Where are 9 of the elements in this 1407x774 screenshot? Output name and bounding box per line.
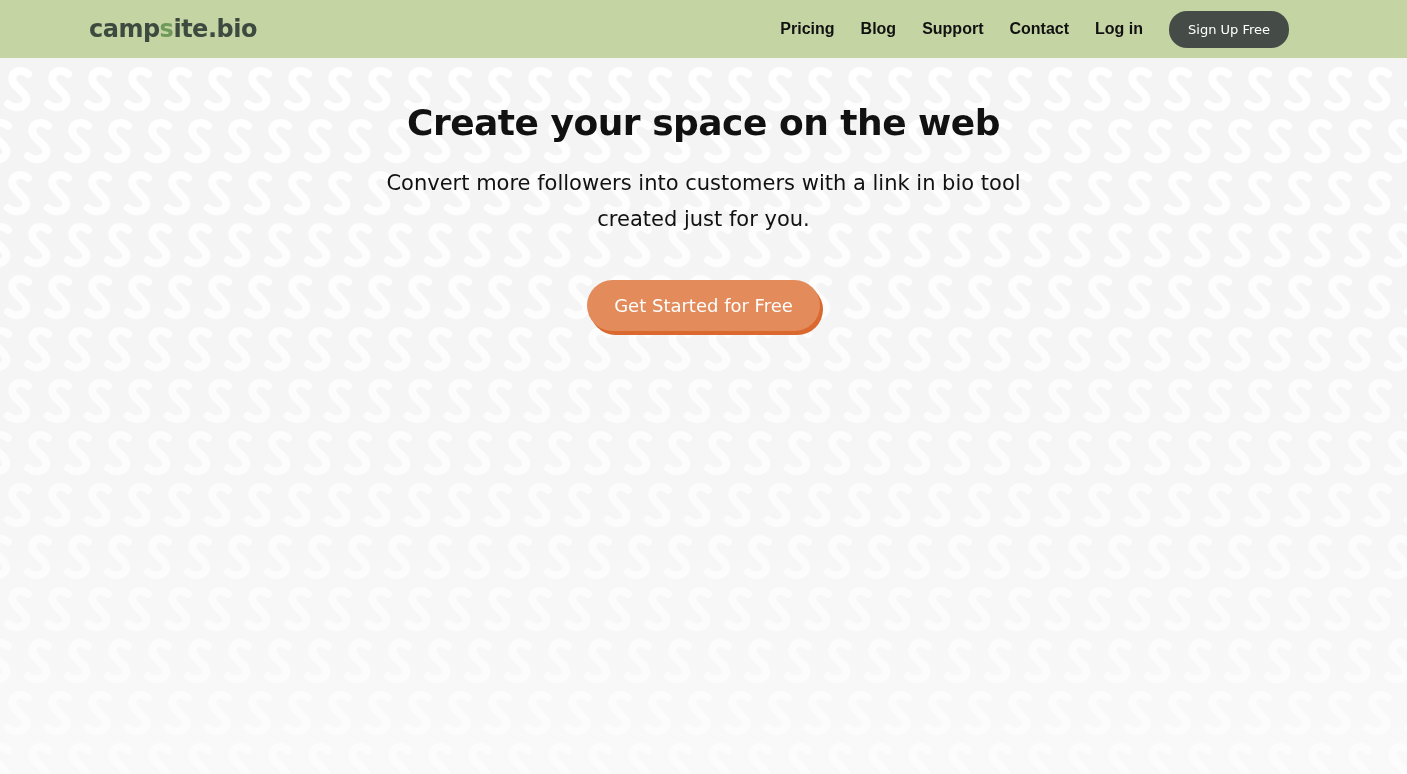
logo[interactable]: campsite.bio <box>89 15 257 43</box>
nav-link[interactable]: Pricing <box>780 20 835 38</box>
nav-link[interactable]: Contact <box>1009 20 1070 38</box>
nav-link[interactable]: Log in <box>1095 20 1143 38</box>
hero-title: Create your space on the web <box>406 102 1001 143</box>
nav-link[interactable]: Blog <box>860 20 897 38</box>
sign-up-button[interactable]: Sign Up Free <box>1169 10 1289 48</box>
nav-link[interactable]: Support <box>922 20 984 38</box>
hero-subtitle: Convert more followers into customers with a link in bio tool created just for you. <box>385 170 1022 233</box>
